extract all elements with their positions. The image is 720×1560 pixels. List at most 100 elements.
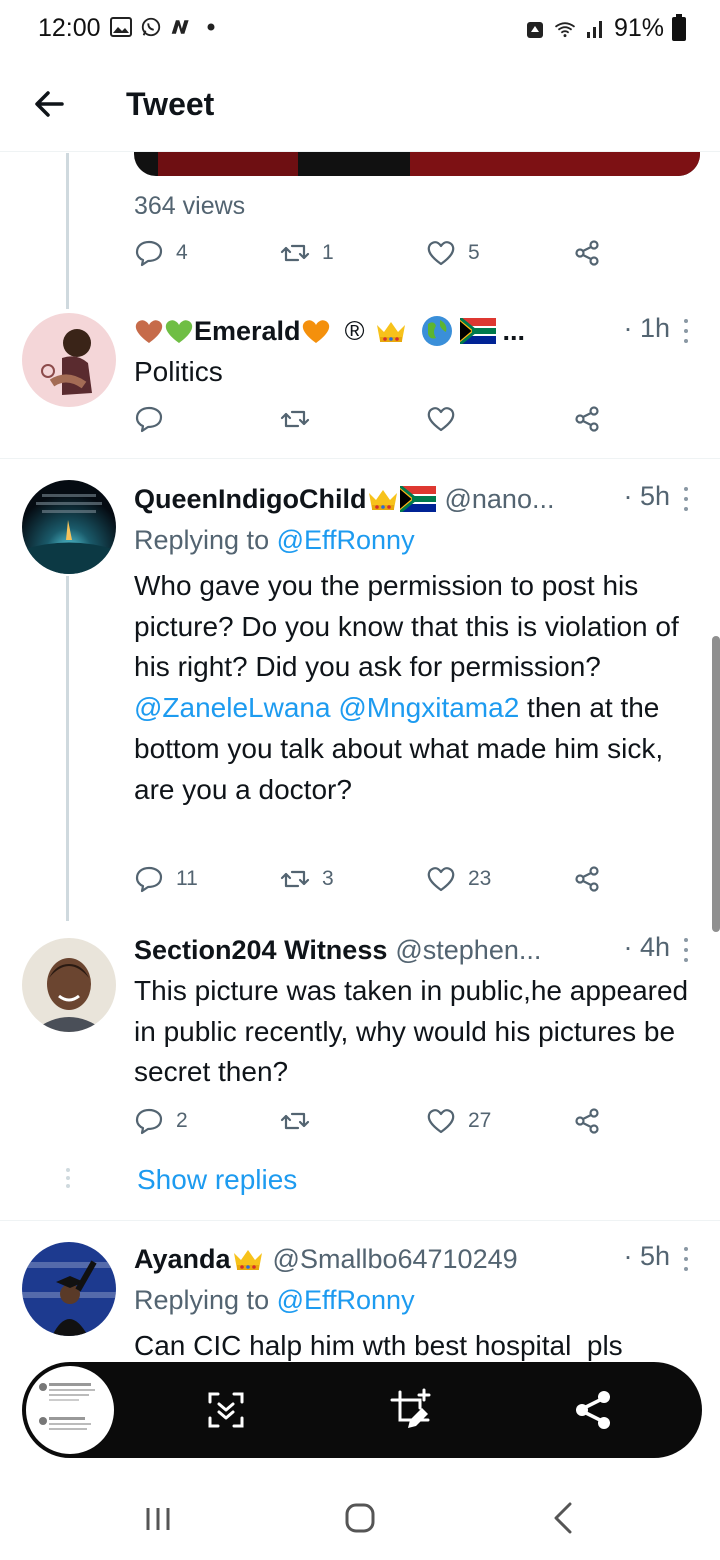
avatar[interactable] xyxy=(22,480,116,574)
reply-button[interactable]: 2 xyxy=(134,1106,188,1136)
south-africa-flag-icon xyxy=(460,318,497,344)
tweet-text: Politics xyxy=(134,356,223,387)
like-button[interactable]: 23 xyxy=(426,864,491,894)
notification-icons xyxy=(110,16,222,38)
display-name[interactable]: Emerald xyxy=(194,316,301,347)
show-replies-link[interactable]: Show replies xyxy=(137,1164,297,1196)
back-nav-icon[interactable] xyxy=(544,1498,584,1538)
share-button[interactable] xyxy=(572,238,602,268)
tweet-actions xyxy=(134,404,614,444)
tweet-header: Ayanda @Smallbo64710249 xyxy=(134,1241,628,1277)
screenshot-thumbnail[interactable] xyxy=(26,1366,114,1454)
home-icon[interactable] xyxy=(340,1498,380,1538)
retweet-button[interactable]: 1 xyxy=(280,238,334,268)
status-bar: 12:00 91% xyxy=(0,0,720,58)
tweet-header: QueenIndigoChild @nano... xyxy=(134,481,628,517)
user-handle[interactable]: @stephen... xyxy=(395,935,541,966)
south-africa-flag-icon xyxy=(400,486,437,512)
tweet-text: Can CIC halp him wth best hospital pls xyxy=(134,1330,623,1361)
share-button[interactable] xyxy=(572,404,602,434)
user-handle[interactable]: @nano... xyxy=(444,484,554,515)
name-ellipsis: ... xyxy=(502,315,525,346)
page-title: Tweet xyxy=(126,86,215,122)
display-name[interactable]: Section204 Witness xyxy=(134,935,387,966)
tweet-time: · 5h xyxy=(623,1241,670,1271)
share-icon xyxy=(575,406,599,432)
screenshot-toolbar xyxy=(22,1362,702,1458)
heart-icon xyxy=(427,407,455,432)
system-nav-bar xyxy=(0,1468,720,1560)
tweet-time: · 1h xyxy=(623,313,670,343)
registered-symbol: ® xyxy=(344,315,365,346)
retweet-icon xyxy=(280,410,310,428)
display-name[interactable]: QueenIndigoChild xyxy=(134,484,366,515)
globe-icon xyxy=(422,316,453,346)
retweet-icon xyxy=(280,244,310,262)
share-icon xyxy=(575,1108,599,1134)
replying-to-link[interactable]: @EffRonny xyxy=(277,1285,415,1315)
wifi-icon xyxy=(554,18,576,40)
views-count: 364 views xyxy=(134,192,246,220)
reply-icon xyxy=(135,866,163,893)
heart-icon xyxy=(427,867,455,892)
retweet-count: 3 xyxy=(322,867,334,890)
retweet-button[interactable]: 3 xyxy=(280,864,334,894)
reply-button[interactable]: 11 xyxy=(134,864,198,894)
battery-icon xyxy=(672,13,686,41)
battery-percent: 91% xyxy=(613,14,664,42)
status-time: 12:00 xyxy=(38,14,101,42)
tweet-actions: 11 3 23 xyxy=(134,864,614,904)
crown-icon xyxy=(377,322,406,342)
thread-dots xyxy=(66,1168,70,1192)
heart-icon xyxy=(427,1109,455,1134)
avatar[interactable] xyxy=(22,938,116,1032)
divider xyxy=(0,1220,720,1221)
status-right: 91% xyxy=(524,13,686,43)
user-handle[interactable]: @Smallbo64710249 xyxy=(273,1244,518,1275)
scroll-capture-icon[interactable] xyxy=(204,1388,248,1432)
reply-button[interactable]: 4 xyxy=(134,238,188,268)
more-options-icon[interactable] xyxy=(682,487,690,511)
share-button[interactable] xyxy=(572,864,602,894)
recent-apps-icon[interactable] xyxy=(140,1498,180,1538)
more-options-icon[interactable] xyxy=(682,319,690,343)
gallery-icon xyxy=(110,16,132,38)
share-button[interactable] xyxy=(572,1106,602,1136)
dot-icon xyxy=(200,16,222,38)
tweet-text: This picture was taken in public,he appe… xyxy=(134,975,689,1088)
more-options-icon[interactable] xyxy=(682,938,690,962)
reply-count: 4 xyxy=(176,241,188,264)
crop-edit-icon[interactable] xyxy=(388,1388,432,1432)
reply-icon xyxy=(135,240,163,267)
reply-button[interactable] xyxy=(134,404,164,434)
like-button[interactable] xyxy=(426,404,456,434)
tweet-media[interactable] xyxy=(134,152,700,176)
retweet-count: 1 xyxy=(322,241,334,264)
orange-heart-icon xyxy=(302,320,329,343)
like-button[interactable]: 27 xyxy=(426,1106,491,1136)
news-icon xyxy=(170,16,192,38)
replying-to: Replying to @EffRonny xyxy=(134,525,415,556)
tweet-time: · 4h xyxy=(623,932,670,962)
share-icon[interactable] xyxy=(572,1388,616,1432)
thread-line xyxy=(66,576,69,921)
avatar[interactable] xyxy=(22,1242,116,1336)
more-options-icon[interactable] xyxy=(682,1247,690,1271)
share-icon xyxy=(575,866,599,892)
display-name[interactable]: Ayanda xyxy=(134,1244,231,1275)
scrollbar[interactable] xyxy=(712,636,720,932)
retweet-button[interactable] xyxy=(280,404,310,434)
replying-to-link[interactable]: @EffRonny xyxy=(277,525,415,555)
retweet-button[interactable] xyxy=(280,1106,310,1136)
back-arrow-icon[interactable] xyxy=(30,84,70,124)
like-button[interactable]: 5 xyxy=(426,238,480,268)
share-icon xyxy=(575,240,599,266)
avatar[interactable] xyxy=(22,313,116,407)
reply-count: 11 xyxy=(176,867,198,890)
mention-link[interactable]: @Mngxitama2 xyxy=(338,692,519,723)
recycle-icon xyxy=(524,18,546,40)
divider xyxy=(0,458,720,459)
mention-link[interactable]: @ZaneleLwana xyxy=(134,692,331,723)
reply-icon xyxy=(135,406,163,433)
green-heart-icon xyxy=(165,320,193,343)
